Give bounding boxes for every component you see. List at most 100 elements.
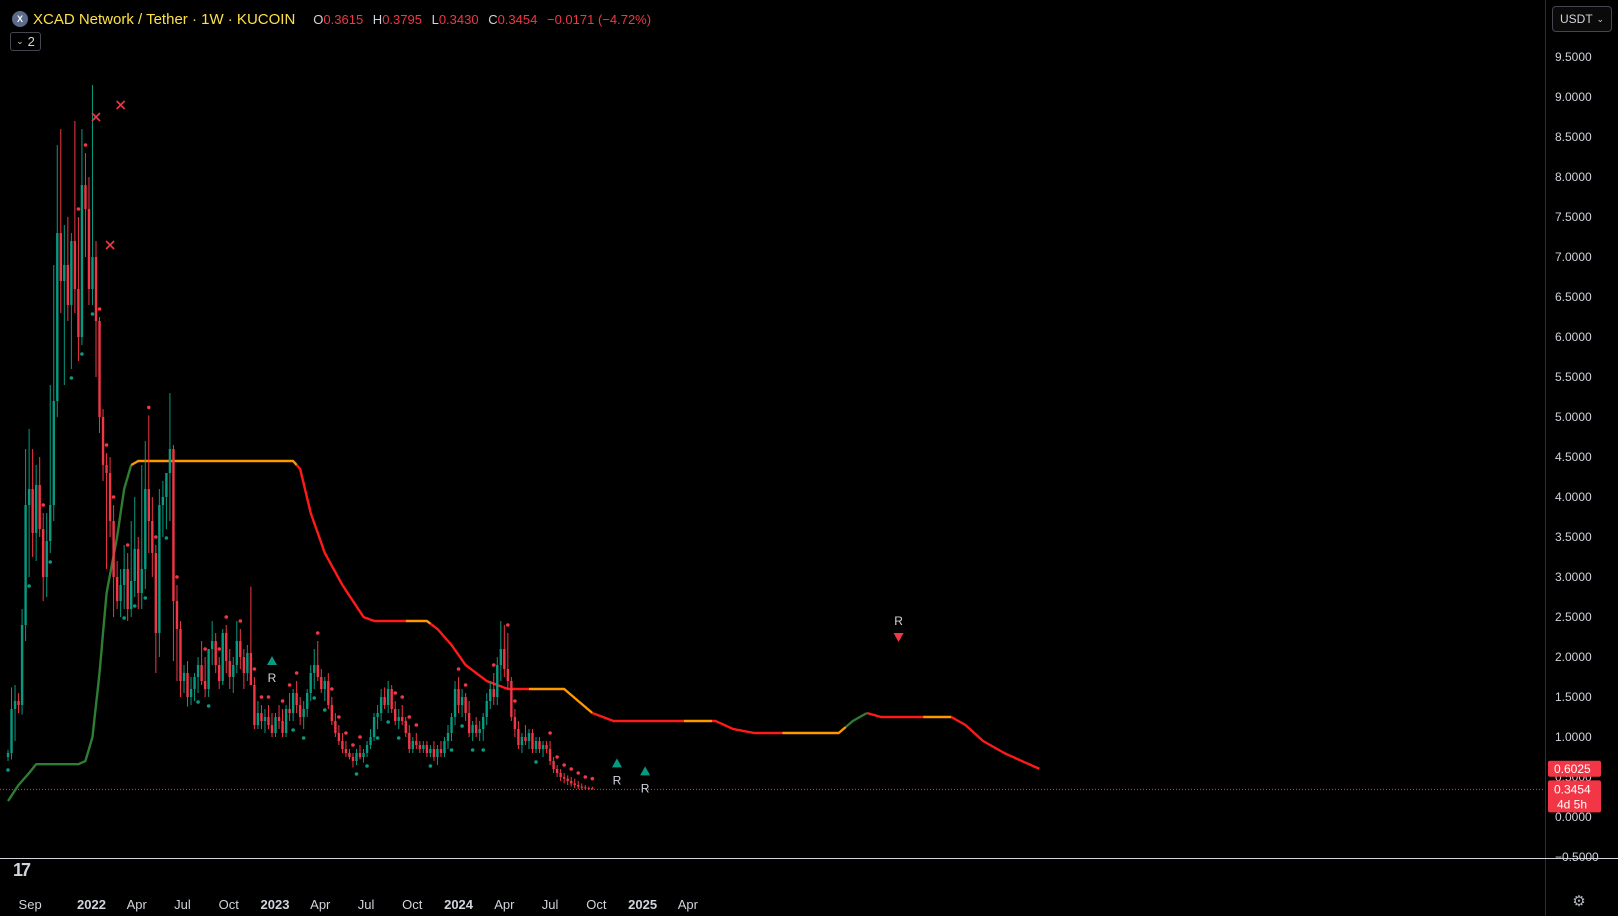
candle (492, 673, 495, 705)
candle (274, 713, 277, 737)
candle (144, 441, 147, 589)
trailing-stop-dot (456, 667, 461, 671)
y-tick-label: 2.0000 (1555, 650, 1592, 664)
candle (45, 513, 48, 597)
trailing-stop-dot (330, 687, 334, 691)
candle (186, 661, 189, 707)
candle (323, 677, 326, 701)
candle (49, 385, 52, 553)
candle (147, 415, 150, 553)
candle (316, 641, 319, 681)
trailing-stop-dot (548, 731, 552, 735)
candle (253, 677, 256, 729)
y-tick-label: 7.5000 (1555, 210, 1592, 224)
candle (256, 701, 260, 729)
candle (362, 749, 365, 763)
signal-marker: R (267, 656, 277, 685)
candle (66, 217, 70, 321)
candle (13, 685, 17, 741)
trailing-stop-dot (463, 683, 468, 687)
trend-line-segment (866, 711, 924, 719)
candle (182, 665, 186, 693)
y-tick-label: 3.0000 (1555, 570, 1592, 584)
trailing-stop-dot (358, 735, 362, 739)
candle (63, 225, 66, 385)
trailing-stop-dot (315, 631, 320, 635)
candle (59, 129, 62, 313)
symbol-title[interactable]: XCAD Network / Tether · 1W · KUCOIN (33, 11, 295, 28)
candle (196, 657, 200, 693)
x-tick-label: Jul (542, 897, 559, 912)
trailing-stop-dot (252, 667, 257, 671)
y-tick-label: 5.5000 (1555, 370, 1592, 384)
candle (365, 741, 369, 757)
trailing-stop-dot (48, 560, 53, 564)
candle (351, 753, 355, 768)
trend-line-segment (295, 464, 406, 623)
y-tick-label: 6.5000 (1555, 290, 1592, 304)
trailing-stop-dot (351, 743, 355, 747)
open-value: 0.3615 (323, 11, 364, 27)
svg-text:R: R (268, 671, 277, 685)
trailing-stop-dot (460, 724, 464, 728)
currency-button[interactable]: USDT ⌄ (1552, 6, 1612, 32)
trailing-stop-dot (154, 535, 158, 539)
candle (214, 633, 217, 673)
trailing-stop-dot (513, 699, 517, 703)
candle (239, 629, 242, 669)
candle (552, 757, 555, 773)
candle (137, 537, 140, 609)
candle (330, 697, 334, 725)
trend-line-segment (429, 622, 529, 691)
chart-header: X XCAD Network / Tether · 1W · KUCOIN O0… (12, 8, 651, 30)
trailing-stop-dot (224, 615, 229, 619)
x-tick-label: Apr (494, 897, 515, 912)
x-tick-label: Apr (127, 897, 148, 912)
price-chart[interactable]: 9.5000 9.0000 8.5000 8.0000 7.5000 7.0000 6.50… (0, 0, 1618, 916)
candle (467, 701, 471, 737)
indicator-legend-toggle[interactable]: ⌄ 2 (10, 32, 41, 51)
candle (559, 769, 562, 781)
trailing-stop-dot (76, 207, 81, 211)
candle (260, 705, 263, 729)
svg-text:R: R (894, 614, 903, 628)
candle (295, 681, 298, 713)
candle (27, 429, 31, 577)
trailing-stop-dot (407, 715, 412, 719)
candle (439, 741, 443, 757)
x-tick-label: Sep (19, 897, 42, 912)
candle (369, 729, 372, 749)
candle (499, 621, 502, 681)
trailing-stop-dot (259, 695, 264, 699)
trend-line-segment (845, 711, 868, 728)
indicator-count: 2 (27, 34, 35, 49)
candle (306, 689, 309, 717)
svg-text:R: R (613, 773, 622, 787)
trailing-stop-dot (354, 772, 359, 776)
candle (91, 85, 94, 305)
x-tick-label: 2024 (444, 897, 474, 912)
trailing-stop-dot (90, 312, 95, 316)
candle (284, 705, 288, 737)
candle (80, 129, 84, 345)
candle (489, 681, 492, 709)
candle (56, 145, 59, 417)
candle (415, 733, 418, 749)
signal-marker (116, 100, 126, 110)
candle (478, 721, 481, 741)
candle (73, 121, 77, 313)
chevron-down-icon: ⌄ (1596, 13, 1604, 24)
trailing-stop-dot (97, 307, 102, 311)
candle (446, 725, 450, 749)
trailing-stop-dot (562, 763, 566, 767)
candle (179, 621, 182, 697)
y-tick-label: 7.0000 (1555, 250, 1592, 264)
candle (249, 586, 253, 685)
candle (298, 697, 302, 725)
candle (84, 153, 87, 257)
gear-icon[interactable]: ⚙ (1571, 894, 1587, 910)
trailing-stop-dot (400, 695, 405, 699)
trend-line-segment (950, 715, 1040, 770)
candle (425, 741, 429, 757)
trailing-stop-dot (104, 443, 109, 447)
